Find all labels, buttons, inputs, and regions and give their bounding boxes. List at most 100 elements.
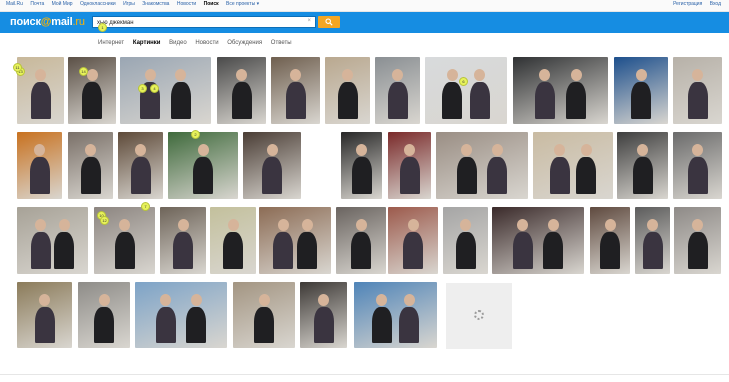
divider [0,374,729,375]
photo-figure-head [392,69,403,82]
logo-at: @ [40,16,52,28]
top-navigation-bar: Mail.Ru Почта Мой Мир Одноклассники Игры… [0,0,729,12]
photo-figure-head [177,219,189,232]
photo-figure-body [371,307,392,344]
image-thumbnail[interactable] [68,132,113,199]
photo-figure-head [692,219,703,232]
image-thumbnail[interactable] [436,132,528,199]
image-thumbnail[interactable] [233,282,295,348]
image-thumbnail[interactable] [388,207,438,274]
image-thumbnail[interactable] [78,282,130,348]
portal-link-mail[interactable]: Почта [30,1,44,7]
photo-figure-body [82,82,102,120]
photo-figure-head [34,144,45,157]
image-thumbnail[interactable] [443,207,488,274]
tab-answers[interactable]: Ответы [271,40,292,46]
photo-figure-body [170,82,191,120]
logo[interactable]: поиск@mail.ru [10,16,85,28]
image-thumbnail[interactable] [674,207,721,274]
photo-figure-head [692,144,703,157]
photo-figure-body [687,82,708,120]
photo-figure-body [231,82,252,120]
image-thumbnail[interactable] [17,282,72,348]
photo-figure-body [254,307,274,344]
image-thumbnail[interactable] [673,57,722,124]
image-thumbnail[interactable] [118,132,163,199]
image-thumbnail[interactable] [259,207,331,274]
photo-figure-body [600,232,620,270]
image-thumbnail[interactable] [210,207,256,274]
photo-figure-head [86,69,98,82]
portal-link-ok[interactable]: Одноклассники [80,1,116,7]
portal-link-search[interactable]: Поиск [204,1,219,7]
portal-link-news[interactable]: Новости [177,1,196,7]
image-thumbnail[interactable] [300,282,347,348]
tab-news[interactable]: Новости [195,40,218,46]
portal-link-mailru[interactable]: Mail.Ru [6,1,23,7]
image-thumbnail[interactable] [17,207,88,274]
photo-figure-head [460,219,471,232]
portal-link-all-projects[interactable]: Все проекты ▾ [226,1,259,7]
image-thumbnail[interactable] [271,57,320,124]
image-thumbnail[interactable] [425,57,507,124]
annotation-marker: 7 [141,202,150,211]
photo-figure-body [114,232,135,270]
image-thumbnail[interactable] [336,207,386,274]
search-button[interactable] [318,16,340,28]
tab-discussions[interactable]: Обсуждения [227,40,262,46]
image-thumbnail[interactable] [354,282,437,348]
image-thumbnail[interactable] [17,57,64,124]
image-thumbnail[interactable] [168,132,238,199]
photo-figure-head [144,69,156,82]
photo-figure-body [456,157,477,195]
portal-links: Mail.Ru Почта Мой Мир Одноклассники Игры… [6,1,265,7]
image-thumbnail[interactable] [590,207,630,274]
photo-figure-head [39,293,50,306]
image-thumbnail[interactable] [635,207,670,274]
portal-link-games[interactable]: Игры [123,1,135,7]
photo-figure-body [687,157,708,195]
clear-icon[interactable]: × [307,18,311,24]
image-thumbnail[interactable] [614,57,668,124]
image-thumbnail[interactable] [243,132,301,199]
logo-ru: .ru [72,16,85,28]
photo-figure-body [399,307,420,344]
image-thumbnail[interactable] [135,282,227,348]
photo-figure-body [186,307,207,344]
image-thumbnail[interactable] [533,132,613,199]
photo-figure-body [80,157,101,195]
tab-images[interactable]: Картинки [133,40,161,46]
photo-figure-head [474,69,486,82]
photo-figure-body [512,232,533,270]
login-link[interactable]: Вход [710,1,721,7]
tab-video[interactable]: Видео [169,40,187,46]
image-thumbnail[interactable] [68,57,116,124]
image-thumbnail[interactable] [325,57,370,124]
annotation-marker: 3 [138,84,147,93]
image-thumbnail[interactable] [217,57,266,124]
photo-figure-head [98,293,110,306]
loading-placeholder [446,283,512,349]
photo-figure-head [35,219,47,232]
photo-figure-head [356,144,367,157]
image-thumbnail[interactable] [120,57,211,124]
photo-figure-head [491,144,503,157]
image-thumbnail[interactable] [492,207,584,274]
portal-link-myworld[interactable]: Мой Мир [52,1,73,7]
image-thumbnail[interactable] [375,57,420,124]
image-thumbnail[interactable] [673,132,722,199]
register-link[interactable]: Регистрация [673,1,702,7]
search-input[interactable] [97,18,297,27]
photo-figure-head [604,219,616,232]
image-thumbnail[interactable] [17,132,62,199]
tab-internet[interactable]: Интернет [98,40,124,46]
image-thumbnail[interactable] [160,207,206,274]
photo-figure-head [539,69,551,82]
photo-figure-body [54,232,75,270]
image-thumbnail[interactable] [617,132,668,199]
image-thumbnail[interactable] [341,132,382,199]
image-thumbnail[interactable] [513,57,608,124]
photo-figure-head [554,144,566,157]
image-thumbnail[interactable] [388,132,431,199]
portal-link-dating[interactable]: Знакомства [142,1,169,7]
